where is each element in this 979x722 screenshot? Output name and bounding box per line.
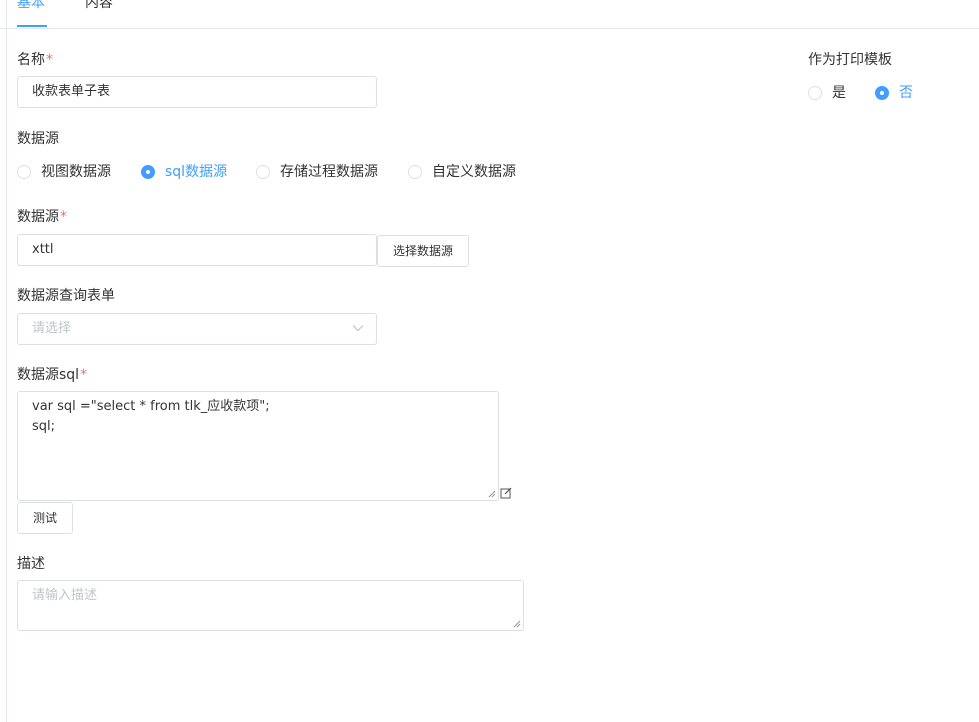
datasource-label-text: 数据源: [17, 209, 59, 225]
radio-sql-datasource[interactable]: sql数据源: [141, 162, 227, 182]
required-mark: *: [80, 367, 88, 383]
print-template-label: 作为打印模板: [808, 52, 892, 68]
resize-grip-icon[interactable]: [488, 490, 496, 498]
radio-circle-icon: [808, 86, 822, 100]
radio-checked-icon: [875, 86, 889, 100]
radio-print-yes[interactable]: 是: [808, 83, 846, 103]
radio-custom-datasource[interactable]: 自定义数据源: [408, 162, 516, 182]
radio-label: 否: [899, 85, 913, 101]
radio-label: 视图数据源: [41, 164, 111, 180]
radio-label: 是: [832, 85, 846, 101]
radio-view-datasource[interactable]: 视图数据源: [17, 162, 111, 182]
description-textarea[interactable]: 请输入描述: [17, 580, 524, 631]
query-form-placeholder: 请选择: [32, 321, 72, 336]
edit-icon[interactable]: [500, 487, 512, 499]
tab-basic[interactable]: 基本: [17, 0, 45, 13]
radio-procedure-datasource[interactable]: 存储过程数据源: [256, 162, 378, 182]
chevron-down-icon: [352, 325, 364, 332]
select-datasource-button[interactable]: 选择数据源: [377, 235, 469, 267]
name-input-value: 收款表单子表: [32, 84, 111, 99]
tab-content[interactable]: 内容: [85, 0, 113, 13]
tab-bar: 基本 内容: [0, 0, 979, 29]
query-form-select[interactable]: 请选择: [17, 313, 377, 345]
description-label: 描述: [17, 556, 45, 572]
resize-grip-icon[interactable]: [513, 620, 521, 628]
radio-label: 自定义数据源: [432, 164, 516, 180]
radio-circle-icon: [17, 165, 31, 179]
required-mark: *: [46, 52, 53, 68]
radio-label: 存储过程数据源: [280, 164, 378, 180]
description-placeholder: 请输入描述: [32, 588, 98, 603]
query-form-label: 数据源查询表单: [17, 288, 115, 304]
sql-line: var sql ="select * from tlk_应收款项";: [32, 399, 270, 414]
radio-circle-icon: [408, 165, 422, 179]
test-button[interactable]: 测试: [17, 502, 73, 534]
sql-label-text: 数据源sql: [17, 367, 80, 383]
sql-textarea[interactable]: var sql ="select * from tlk_应收款项"; sql;: [17, 391, 499, 501]
datasource-input[interactable]: xttl: [17, 234, 377, 266]
datasource-label: 数据源*: [17, 207, 67, 227]
radio-checked-icon: [141, 165, 155, 179]
name-label-text: 名称: [17, 52, 45, 68]
active-tab-indicator: [17, 25, 47, 27]
sql-label: 数据源sql*: [17, 365, 87, 385]
sql-line: sql;: [32, 419, 56, 434]
radio-label: sql数据源: [165, 164, 228, 180]
radio-print-no[interactable]: 否: [875, 83, 913, 103]
name-input[interactable]: 收款表单子表: [17, 76, 377, 108]
panel-left-border: [6, 0, 7, 722]
datasource-type-label: 数据源: [17, 131, 59, 147]
radio-circle-icon: [256, 165, 270, 179]
name-label: 名称*: [17, 50, 53, 70]
datasource-input-value: xttl: [32, 242, 54, 257]
required-mark: *: [60, 209, 67, 225]
